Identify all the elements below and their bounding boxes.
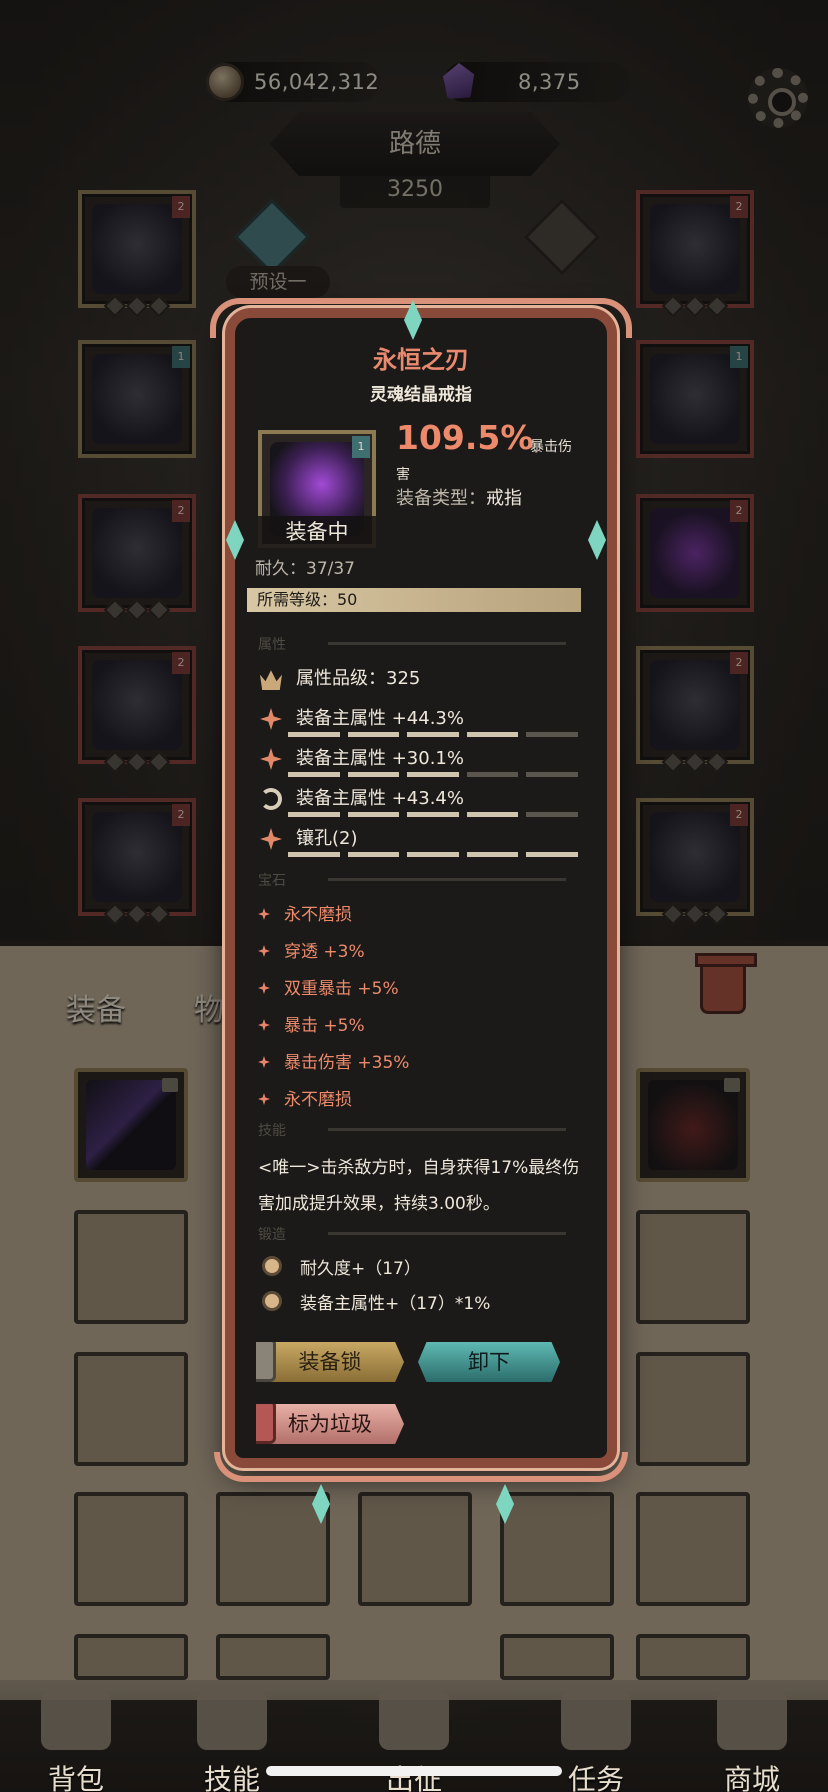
- panel-frame-bottom: [214, 1452, 628, 1482]
- gem-effect: 永不磨损: [258, 1085, 352, 1110]
- attr-progress: [288, 852, 578, 857]
- attr-progress: [288, 772, 578, 777]
- attr-row: 装备主属性 +44.3%: [258, 704, 578, 740]
- quests-icon: [561, 1690, 631, 1750]
- equipment-lock-button[interactable]: 装备锁: [256, 1342, 404, 1382]
- nav-shop[interactable]: 商城: [692, 1690, 812, 1792]
- attr-progress: [288, 812, 578, 817]
- equipped-badge: 装备中: [258, 516, 376, 548]
- attr-star-icon: [260, 828, 282, 850]
- section-skill: 技能: [258, 1120, 578, 1139]
- equip-type: 装备类型：戒指: [396, 488, 522, 509]
- attr-progress: [288, 732, 578, 737]
- mark-junk-button[interactable]: 标为垃圾: [256, 1404, 404, 1444]
- main-stat-label-wrap: 害: [396, 467, 410, 483]
- main-stat-value: 109.5%: [396, 418, 534, 457]
- gem-effect: 穿透 +3%: [258, 937, 365, 962]
- attr-row: 装备主属性 +43.4%: [258, 784, 578, 820]
- bag-icon: [41, 1690, 111, 1750]
- battle-icon: [379, 1690, 449, 1750]
- item-subtype: 灵魂结晶戒指: [370, 385, 472, 405]
- tier-badge: 1: [352, 436, 370, 458]
- skills-icon: [197, 1690, 267, 1750]
- quality-crown-icon: [260, 670, 282, 690]
- shop-icon: [717, 1690, 787, 1750]
- attr-star-icon: [260, 708, 282, 730]
- gem-effect: 暴击伤害 +35%: [258, 1048, 409, 1073]
- attr-star-icon: [260, 748, 282, 770]
- attr-row: 装备主属性 +30.1%: [258, 744, 578, 780]
- durability: 耐久：37/37: [255, 559, 355, 579]
- required-level: 所需等级：50: [247, 588, 581, 612]
- forge-bonus: 装备主属性+（17）*1%: [262, 1289, 490, 1314]
- unequip-button[interactable]: 卸下: [418, 1342, 560, 1382]
- gem-effect: 暴击 +5%: [258, 1011, 365, 1036]
- gem-effect: 永不磨损: [258, 900, 352, 925]
- attr-quality-row: 属性品级：325: [258, 664, 578, 700]
- nav-bag[interactable]: 背包: [16, 1690, 136, 1792]
- main-stat-label: 暴击伤: [530, 439, 572, 455]
- section-forge: 锻造: [258, 1224, 578, 1243]
- section-attributes: 属性: [258, 634, 578, 653]
- attr-reroll-icon: [260, 788, 282, 810]
- forge-bonus: 耐久度+（17）: [262, 1254, 421, 1279]
- skill-description: <唯一>击杀敌方时，自身获得17%最终伤害加成提升效果，持续3.00秒。: [258, 1158, 580, 1214]
- home-indicator[interactable]: [266, 1766, 562, 1776]
- gem-effect: 双重暴击 +5%: [258, 974, 399, 999]
- attr-row: 镶孔(2): [258, 824, 578, 860]
- section-gems: 宝石: [258, 870, 578, 889]
- item-name: 永恒之刃: [373, 346, 469, 374]
